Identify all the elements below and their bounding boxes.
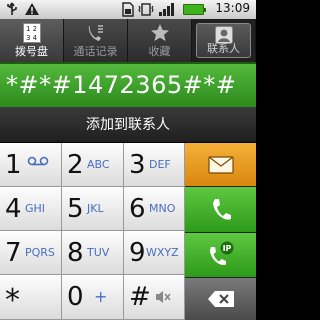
key-1[interactable]: 1 <box>0 143 62 187</box>
key-letters: WXYZ <box>146 246 179 259</box>
key-digit: 5 <box>67 194 84 224</box>
tab-dialpad[interactable]: 1 2 3 4 拨号盘 <box>0 19 64 62</box>
tab-label: 收藏 <box>148 45 171 58</box>
key-letters: MNO <box>149 202 176 215</box>
key-digit: 7 <box>5 238 22 268</box>
key-digit: 3 <box>129 150 146 180</box>
clock: 13:09 <box>215 1 250 15</box>
usb-icon <box>7 2 17 15</box>
call-button[interactable] <box>185 187 256 233</box>
signal-icon <box>159 3 174 16</box>
key-3[interactable]: 3 DEF <box>124 143 185 187</box>
digits-field[interactable]: *#*#1472365#*# <box>0 62 256 107</box>
key-5[interactable]: 5 JKL <box>62 187 124 231</box>
key-digit: 2 <box>67 150 84 180</box>
key-star[interactable]: * <box>0 275 62 320</box>
action-column: IP <box>185 143 256 320</box>
svg-text:1 2: 1 2 <box>26 25 37 33</box>
key-digit: 9 <box>129 238 146 268</box>
key-digit: 1 <box>5 150 22 180</box>
key-6[interactable]: 6 MNO <box>124 187 185 231</box>
key-letters: DEF <box>149 158 171 171</box>
key-letters: ABC <box>87 158 110 171</box>
ip-call-button[interactable]: IP <box>185 233 256 278</box>
svg-text:3 4: 3 4 <box>26 34 38 42</box>
star-icon <box>150 24 169 41</box>
vibrate-icon <box>138 3 154 16</box>
warning-icon <box>25 3 39 15</box>
ip-badge: IP <box>222 244 231 253</box>
battery-icon <box>183 4 206 15</box>
key-9[interactable]: 9 WXYZ <box>124 231 185 275</box>
key-digit: # <box>129 282 151 312</box>
mute-icon <box>156 291 171 303</box>
key-0[interactable]: 0 + <box>62 275 124 320</box>
key-2[interactable]: 2 ABC <box>62 143 124 187</box>
key-letters: JKL <box>87 202 104 215</box>
tab-bar: 1 2 3 4 拨号盘 通话记录 收藏 联系人 <box>0 19 256 62</box>
voicemail-icon <box>27 156 49 166</box>
tab-favorites[interactable]: 收藏 <box>128 19 192 62</box>
key-digit: 6 <box>129 194 146 224</box>
sim-icon <box>122 2 134 17</box>
tab-label: 拨号盘 <box>15 45 48 58</box>
call-log-icon <box>88 25 103 41</box>
add-to-contacts-button[interactable]: 添加到联系人 <box>0 107 256 143</box>
tab-contacts[interactable]: 联系人 <box>192 19 256 62</box>
envelope-icon <box>207 155 234 174</box>
key-letters: GHI <box>25 202 46 215</box>
key-digit: 0 <box>67 282 84 312</box>
status-bar: 13:09 <box>0 0 256 19</box>
delete-button[interactable] <box>185 278 256 320</box>
key-7[interactable]: 7 PQRS <box>0 231 62 275</box>
key-letters: TUV <box>87 246 110 259</box>
key-digit: 8 <box>67 238 84 268</box>
tab-label: 通话记录 <box>73 45 118 58</box>
key-hash[interactable]: # <box>124 275 185 320</box>
dialpad-icon: 1 2 3 4 <box>22 23 41 43</box>
tab-label: 联系人 <box>207 42 240 55</box>
backspace-icon <box>207 291 234 307</box>
send-message-button[interactable] <box>185 143 256 187</box>
key-letters: + <box>94 287 108 306</box>
keypad: 1 2 ABC 3 DEF 4 GHI 5 JKL 6 MNO 7 PQRS 8… <box>0 143 185 320</box>
phone-icon <box>212 198 231 220</box>
key-4[interactable]: 4 GHI <box>0 187 62 231</box>
key-8[interactable]: 8 TUV <box>62 231 124 275</box>
tab-call-log[interactable]: 通话记录 <box>64 19 128 62</box>
ip-phone-icon: IP <box>209 241 233 266</box>
key-letters: PQRS <box>25 246 55 259</box>
key-digit: * <box>5 283 20 318</box>
key-digit: 4 <box>5 194 22 224</box>
